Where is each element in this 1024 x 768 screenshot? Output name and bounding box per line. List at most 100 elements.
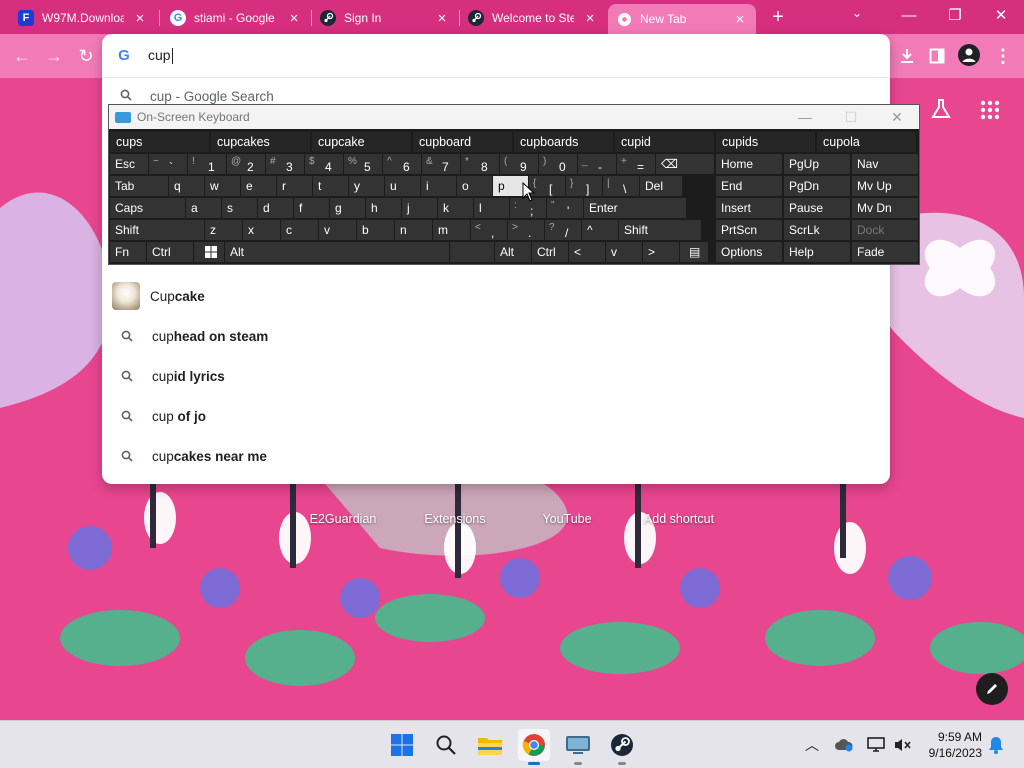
osk-key[interactable]: $4	[305, 154, 343, 174]
osk-key[interactable]: * 8	[461, 154, 499, 174]
osk-key[interactable]: Shift	[619, 220, 701, 240]
osk-key[interactable]: ! 1	[188, 154, 226, 174]
osk-nav-key[interactable]: PgDn	[784, 176, 850, 196]
osk-nav-key[interactable]: ScrLk	[784, 220, 850, 240]
osk-key[interactable]: q	[169, 176, 204, 196]
close-window-button[interactable]: ✕	[978, 0, 1024, 30]
osk-key[interactable]: Esc	[110, 154, 148, 174]
osk-key[interactable]: h	[366, 198, 401, 218]
osk-key[interactable]: v	[319, 220, 356, 240]
osk-menu-key[interactable]: ▤	[680, 242, 708, 262]
osk-close-button[interactable]: ✕	[877, 105, 917, 129]
osk-nav-key[interactable]: Help	[784, 242, 850, 262]
osk-nav-key[interactable]: End	[716, 176, 782, 196]
shortcut-e2guardian[interactable]: E2Guardian	[288, 512, 398, 526]
osk-key-tab[interactable]: Tab	[110, 176, 168, 196]
osk-key[interactable]: ? /	[545, 220, 581, 240]
osk-windows-key[interactable]	[194, 242, 224, 262]
osk-key[interactable]: #3	[266, 154, 304, 174]
osk-nav-key[interactable]: Mv Dn	[852, 198, 918, 218]
osk-key[interactable]: % 5	[344, 154, 382, 174]
back-arrow-icon[interactable]: ←	[8, 43, 36, 69]
osk-key[interactable]: | \	[603, 176, 639, 196]
chrome-taskbar-icon[interactable]	[518, 729, 550, 765]
osk-key[interactable]: " '	[547, 198, 583, 218]
osk-key[interactable]: Alt	[495, 242, 531, 262]
tab-search-icon[interactable]: ⌄	[852, 6, 862, 20]
suggestion-cupid-lyrics[interactable]: cupid lyrics	[102, 356, 890, 396]
osk-key[interactable]: (9	[500, 154, 538, 174]
tab-stiami[interactable]: G stiami - Google ×	[162, 2, 310, 34]
osk-key[interactable]	[450, 242, 494, 262]
remote-desktop-icon[interactable]	[562, 729, 594, 765]
close-icon[interactable]: ×	[582, 11, 598, 26]
osk-prediction[interactable]: cupboards	[514, 132, 613, 152]
osk-key[interactable]: + =	[617, 154, 655, 174]
reload-icon[interactable]: ↻	[72, 43, 100, 69]
file-explorer-icon[interactable]	[474, 729, 506, 761]
osk-key[interactable]: v	[606, 242, 642, 262]
osk-key[interactable]: }]	[566, 176, 602, 196]
osk-nav-key[interactable]: Dock	[852, 220, 918, 240]
osk-key[interactable]: k	[438, 198, 473, 218]
osk-key[interactable]: <,	[471, 220, 507, 240]
osk-key[interactable]: _ -	[578, 154, 616, 174]
osk-key[interactable]: b	[357, 220, 394, 240]
labs-flask-icon[interactable]	[930, 98, 954, 122]
taskbar-clock[interactable]: 9:59 AM 9/16/2023	[920, 729, 982, 761]
osk-key[interactable]: Ctrl	[147, 242, 193, 262]
osk-key[interactable]: ⌫	[656, 154, 714, 174]
osk-key[interactable]: l	[474, 198, 509, 218]
osk-nav-key[interactable]: PgUp	[784, 154, 850, 174]
osk-key[interactable]: @2	[227, 154, 265, 174]
close-icon[interactable]: ×	[286, 11, 302, 26]
osk-prediction[interactable]: cupids	[716, 132, 815, 152]
osk-key[interactable]: Del	[640, 176, 682, 196]
osk-key[interactable]: Fn	[110, 242, 146, 262]
osk-key[interactable]: & 7	[422, 154, 460, 174]
osk-key[interactable]: u	[385, 176, 420, 196]
osk-nav-key[interactable]: Pause	[784, 198, 850, 218]
osk-prediction[interactable]: cupcakes	[211, 132, 310, 152]
osk-key[interactable]: y	[349, 176, 384, 196]
osk-key[interactable]: >	[643, 242, 679, 262]
suggestion-cuphead[interactable]: cuphead on steam	[102, 316, 890, 356]
osk-key[interactable]: j	[402, 198, 437, 218]
chevron-up-icon[interactable]: ︿	[802, 735, 822, 755]
osk-key[interactable]: e	[241, 176, 276, 196]
osk-prediction[interactable]: cupcake	[312, 132, 411, 152]
osk-key-enter[interactable]: Enter	[584, 198, 686, 218]
osk-key[interactable]: z	[205, 220, 242, 240]
osk-key[interactable]: i	[421, 176, 456, 196]
osk-key[interactable]: m	[433, 220, 470, 240]
close-icon[interactable]: ×	[132, 11, 148, 26]
osk-minimize-button[interactable]: —	[785, 105, 825, 129]
osk-key[interactable]: s	[222, 198, 257, 218]
osk-key[interactable]: r	[277, 176, 312, 196]
osk-nav-key[interactable]: Home	[716, 154, 782, 174]
osk-nav-key[interactable]: Nav	[852, 154, 918, 174]
network-icon[interactable]	[866, 735, 886, 755]
osk-key-caps[interactable]: Caps	[110, 198, 185, 218]
customize-pencil-icon[interactable]	[976, 673, 1008, 705]
omnibox-input[interactable]: cup	[148, 47, 171, 63]
osk-key[interactable]: o	[457, 176, 492, 196]
osk-key[interactable]: d	[258, 198, 293, 218]
shortcut-add[interactable]: Add shortcut	[624, 512, 734, 526]
close-icon[interactable]: ×	[732, 12, 748, 27]
osk-prediction[interactable]: cupboard	[413, 132, 512, 152]
kebab-menu-icon[interactable]: ⋮	[990, 44, 1016, 68]
osk-key[interactable]: ) 0	[539, 154, 577, 174]
suggestion-cup-of-jo[interactable]: cup of jo	[102, 396, 890, 436]
minimize-button[interactable]: —	[886, 0, 932, 30]
osk-key[interactable]: f	[294, 198, 329, 218]
osk-key[interactable]: w	[205, 176, 240, 196]
osk-nav-key[interactable]: PrtScn	[716, 220, 782, 240]
osk-key[interactable]: x	[243, 220, 280, 240]
tab-sign-in[interactable]: Sign In ×	[312, 2, 458, 34]
osk-prediction[interactable]: cupid	[615, 132, 714, 152]
osk-maximize-button[interactable]: ☐	[831, 105, 871, 129]
osk-key[interactable]: t	[313, 176, 348, 196]
tab-welcome-steam[interactable]: Welcome to Ste ×	[460, 2, 606, 34]
osk-key[interactable]: n	[395, 220, 432, 240]
